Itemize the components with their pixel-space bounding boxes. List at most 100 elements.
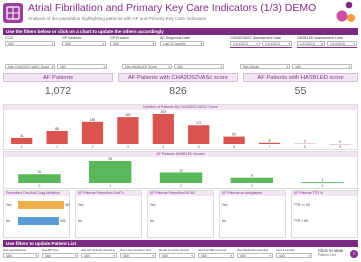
mini-panel-4: AF Patients TTR % TTR >= 65 TTR < 65 — [291, 190, 358, 238]
chart-bar[interactable] — [88, 161, 132, 183]
chart-data-label: 127 — [196, 121, 202, 125]
stroke-value-select[interactable]: (All) — [292, 64, 352, 69]
chart-bar[interactable] — [258, 142, 281, 144]
hasbled-date-to[interactable]: 1/10/2015 — [327, 41, 357, 46]
chart-tick-label: 5 — [198, 145, 200, 149]
bottom-filter-select[interactable]: (All) — [198, 253, 234, 258]
mini-row-label: No — [222, 219, 227, 223]
bottom-filter-select[interactable]: (All) — [42, 253, 78, 258]
chart-tick-label: 0 — [21, 145, 23, 149]
ccg-select[interactable]: (All) — [5, 41, 55, 46]
chadsvasc-date-from[interactable]: 1/10/2013 — [230, 41, 260, 46]
chart-bar[interactable] — [223, 136, 245, 144]
hasbled-date-slider[interactable] — [297, 47, 357, 48]
chart-data-label: 6 — [251, 174, 253, 178]
gp-network-select[interactable]: (All) — [62, 41, 106, 46]
chart-bar[interactable] — [18, 174, 61, 183]
chart-tick-label: 0 — [38, 184, 40, 188]
chart-tick-label: 9 — [339, 145, 341, 149]
hasbled-chart: 10 0 25 1 12 2 6 3 1 4 — [18, 157, 344, 188]
hasbled-value-select[interactable]: (All) — [174, 64, 224, 69]
view-patient-list-button[interactable]: Click to view Patient List › — [318, 248, 358, 261]
bottom-filter-label: Last 3 months — [276, 248, 295, 252]
has-stroke-filter[interactable]: Has Stroke — [240, 64, 290, 69]
chart-tick-label: 7 — [269, 145, 271, 149]
mini-bar[interactable] — [18, 217, 59, 225]
mini-panel-2: AF Patients Prescribed NOAC Yes No — [147, 190, 214, 238]
chart-bar[interactable] — [159, 172, 203, 183]
hasbled-chart-panel: AF Patients HASBLED Scores 10 0 25 1 12 2 6 3 1 4 — [3, 151, 358, 189]
bottom-filter-select[interactable]: (All) — [120, 253, 156, 258]
chart-bar[interactable] — [301, 182, 344, 183]
filter-label-ccg: CCG — [5, 36, 13, 40]
chart-bar[interactable] — [81, 121, 104, 144]
bottom-filter-select[interactable]: (All) — [237, 253, 273, 258]
chart-data-label: 0 — [339, 140, 341, 144]
page-title: Atrial Fibrillation and Primary Key Care… — [28, 2, 317, 14]
bottom-filter-label: Has Medication Review — [237, 248, 269, 252]
has-cha2ds2-vasc-filter[interactable]: Has CHA2DS2-VASC Score — [5, 64, 55, 69]
bottom-filter-select[interactable]: (All) — [159, 253, 195, 258]
chart-data-label: 8 — [269, 139, 271, 143]
brand-logo — [334, 0, 356, 26]
filter-label-af-diagnosis: AF Diagnosis Date — [160, 36, 190, 40]
arrow-right-icon: › — [350, 250, 358, 258]
chart-tick-label: 4 — [162, 145, 164, 149]
mini-row-label: Yes — [222, 203, 228, 207]
gp-practice-select[interactable]: (All) — [110, 41, 156, 46]
chart-data-label: 50 — [232, 133, 236, 137]
app-icon — [3, 3, 23, 23]
mini-row-label: Yes — [6, 203, 12, 207]
page-subtitle: Analysis of the population highlighting … — [28, 16, 207, 21]
bottom-filter-label: Has BP Test — [42, 248, 59, 252]
chart-bar[interactable] — [117, 117, 139, 144]
mini-panel-3: AF Patients on Antiplatelet Yes No — [219, 190, 286, 238]
filters-banner: Use the filters below or click on a char… — [3, 28, 358, 35]
mini-panel-title: AF Patients Prescribed OralTx — [76, 191, 141, 196]
bottom-filter-label: Has Full Blood Count — [198, 248, 227, 252]
mini-row-value: 505 — [60, 219, 66, 223]
mini-panel-title: AF Patients TTR % — [292, 191, 357, 196]
chart-tick-label: 1 — [56, 145, 58, 149]
hasbled-date-from[interactable]: 1/10/2013 — [297, 41, 325, 46]
bottom-filter-select[interactable]: (All) — [81, 253, 117, 258]
chart-data-label: 203 — [161, 110, 167, 114]
mini-row-label: Yes — [78, 203, 84, 207]
filter-label-gp-practice: GP Practice — [110, 36, 130, 40]
mini-bar[interactable] — [18, 201, 64, 209]
chart-tick-label: 2 — [180, 184, 182, 188]
chart-data-label: 12 — [179, 168, 183, 172]
kpi-af-patients-label: AF Patients — [3, 73, 113, 82]
kpi-cha2ds2vasc-value[interactable]: 826 — [118, 85, 238, 97]
bottom-filter-select[interactable]: (All) — [3, 253, 39, 258]
mini-panel-title: AF Patients Prescribed NOAC — [148, 191, 213, 196]
has-hasbled-filter[interactable]: Has HASBLED Score — [122, 64, 172, 69]
mini-row-label: TTR >= 65 — [294, 203, 310, 207]
af-diagnosis-select[interactable]: Last 12 months — [160, 41, 204, 46]
patient-list-banner: Use filters to update Patient List — [3, 240, 358, 247]
chart-bar[interactable] — [152, 114, 174, 144]
cha2ds2-vasc-value-select[interactable]: (All) — [57, 64, 107, 69]
mini-row-label: TTR < 65 — [294, 219, 308, 223]
kpi-hasbled-label: AF Patients with HASBLED score — [243, 73, 358, 82]
kpi-af-patients-value[interactable]: 1,072 — [3, 85, 113, 97]
bottom-filter-label: Renal Function Tested — [159, 248, 189, 252]
chadsvasc-date-to[interactable]: 1/10/2015 — [262, 41, 292, 46]
mini-row-value: 567 — [65, 203, 71, 207]
filter-label-chadsvasc-date: CHADSVASC Assessment Date — [230, 36, 282, 40]
chart-bar[interactable] — [46, 130, 68, 144]
chart-data-label: 150 — [90, 118, 96, 122]
chart-bar[interactable] — [11, 137, 33, 144]
mini-row-label: No — [150, 219, 155, 223]
bottom-filter-select[interactable]: (All) — [276, 253, 312, 258]
mini-panel-title: AF Patients on Antiplatelet — [220, 191, 285, 196]
kpi-hasbled-value[interactable]: 55 — [243, 85, 358, 97]
mini-row-label: No — [78, 219, 83, 223]
chart-bar[interactable] — [230, 177, 274, 183]
bottom-filter-label: Has GP Systolic Reading — [81, 248, 115, 252]
chart-bar[interactable] — [188, 125, 210, 144]
chart-tick-label: 4 — [322, 184, 324, 188]
chart-tick-label: 2 — [92, 145, 94, 149]
mini-panel-title: Prescribed Oral Anti Coag Medicine — [4, 191, 69, 196]
chadsvasc-date-slider[interactable] — [230, 47, 292, 48]
